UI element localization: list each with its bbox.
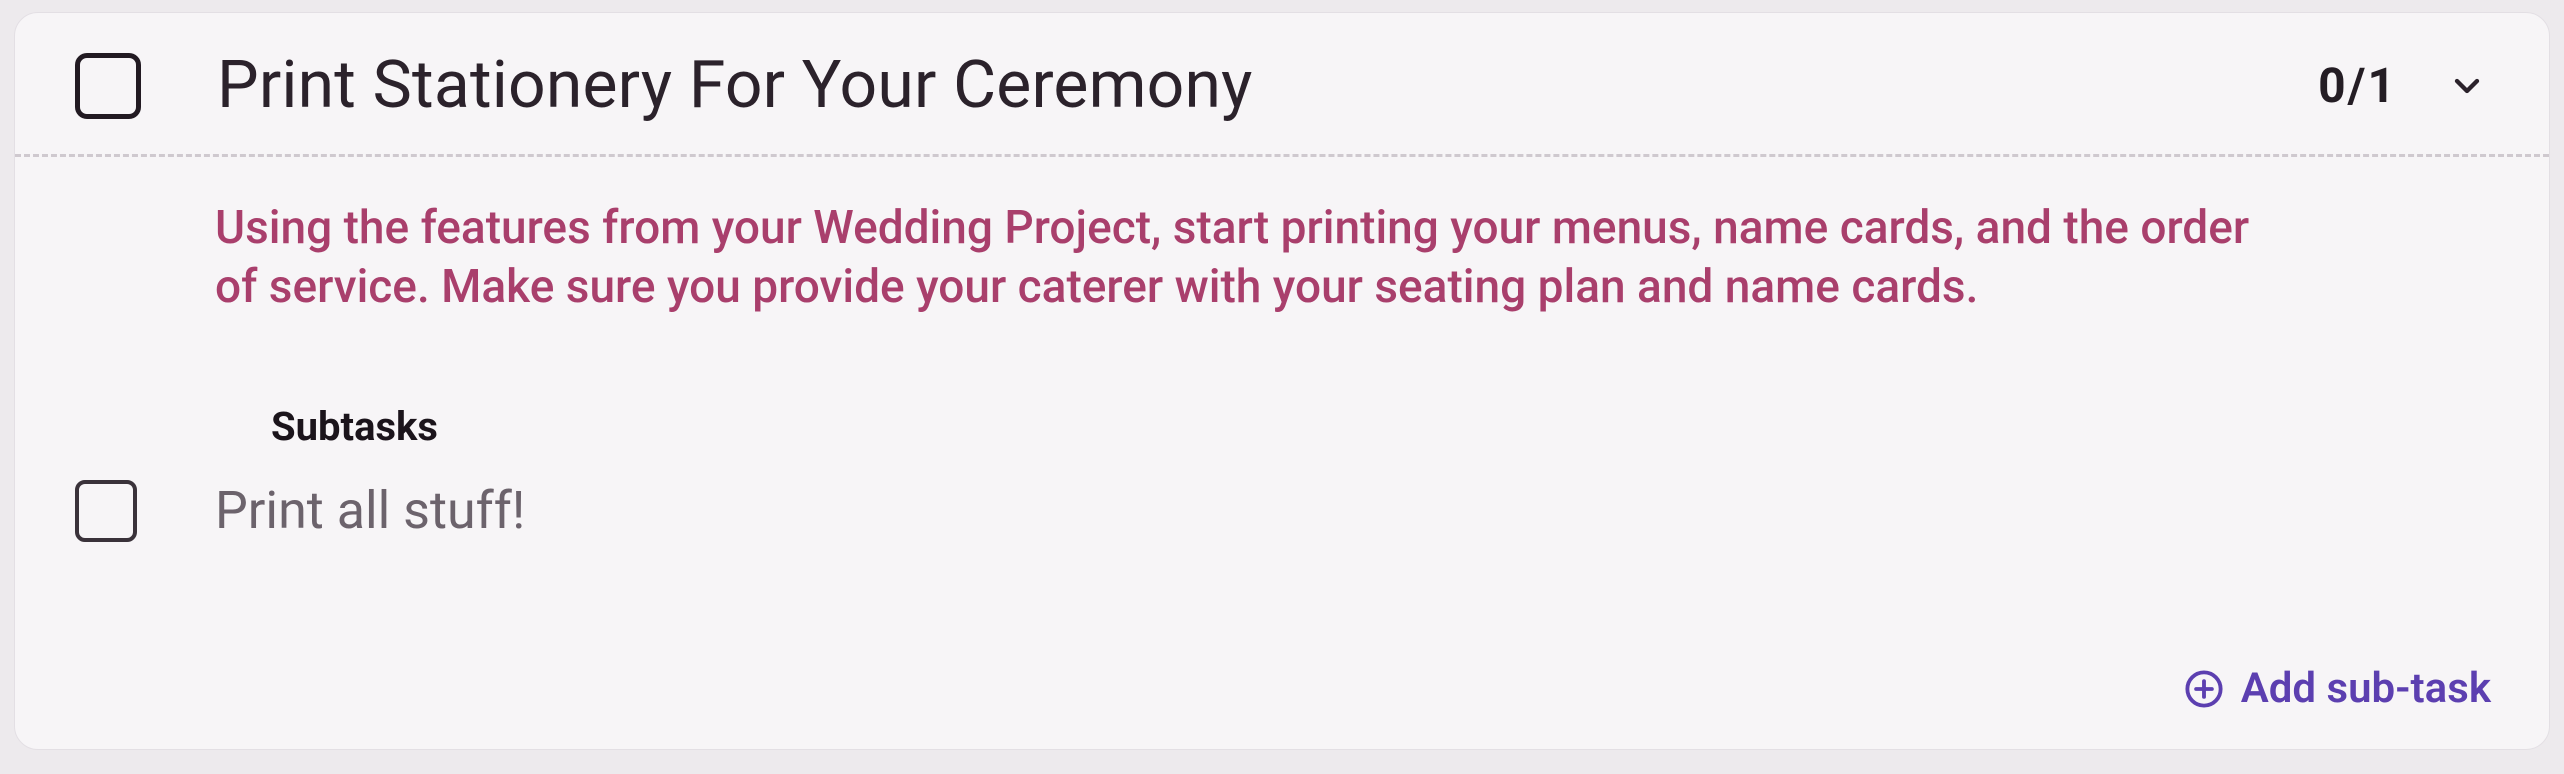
chevron-down-icon bbox=[2447, 66, 2487, 106]
task-description: Using the features from your Wedding Pro… bbox=[215, 199, 2295, 317]
collapse-toggle[interactable] bbox=[2445, 64, 2489, 108]
task-title: Print Stationery For Your Ceremony bbox=[217, 47, 2318, 124]
subtasks-heading: Subtasks bbox=[271, 403, 2489, 450]
subtask-row: Print all stuff! bbox=[75, 480, 2489, 542]
task-checkbox[interactable] bbox=[75, 53, 141, 119]
subtask-progress: 0/1 bbox=[2318, 57, 2397, 114]
add-subtask-label: Add sub-task bbox=[2241, 664, 2491, 713]
task-card: Print Stationery For Your Ceremony 0/1 U… bbox=[14, 12, 2550, 750]
subtask-title: Print all stuff! bbox=[215, 480, 525, 541]
subtask-checkbox[interactable] bbox=[75, 480, 137, 542]
task-body: Using the features from your Wedding Pro… bbox=[15, 157, 2549, 542]
add-subtask-button[interactable]: Add sub-task bbox=[2183, 664, 2491, 713]
task-header: Print Stationery For Your Ceremony 0/1 bbox=[15, 13, 2549, 154]
plus-circle-icon bbox=[2183, 668, 2225, 710]
